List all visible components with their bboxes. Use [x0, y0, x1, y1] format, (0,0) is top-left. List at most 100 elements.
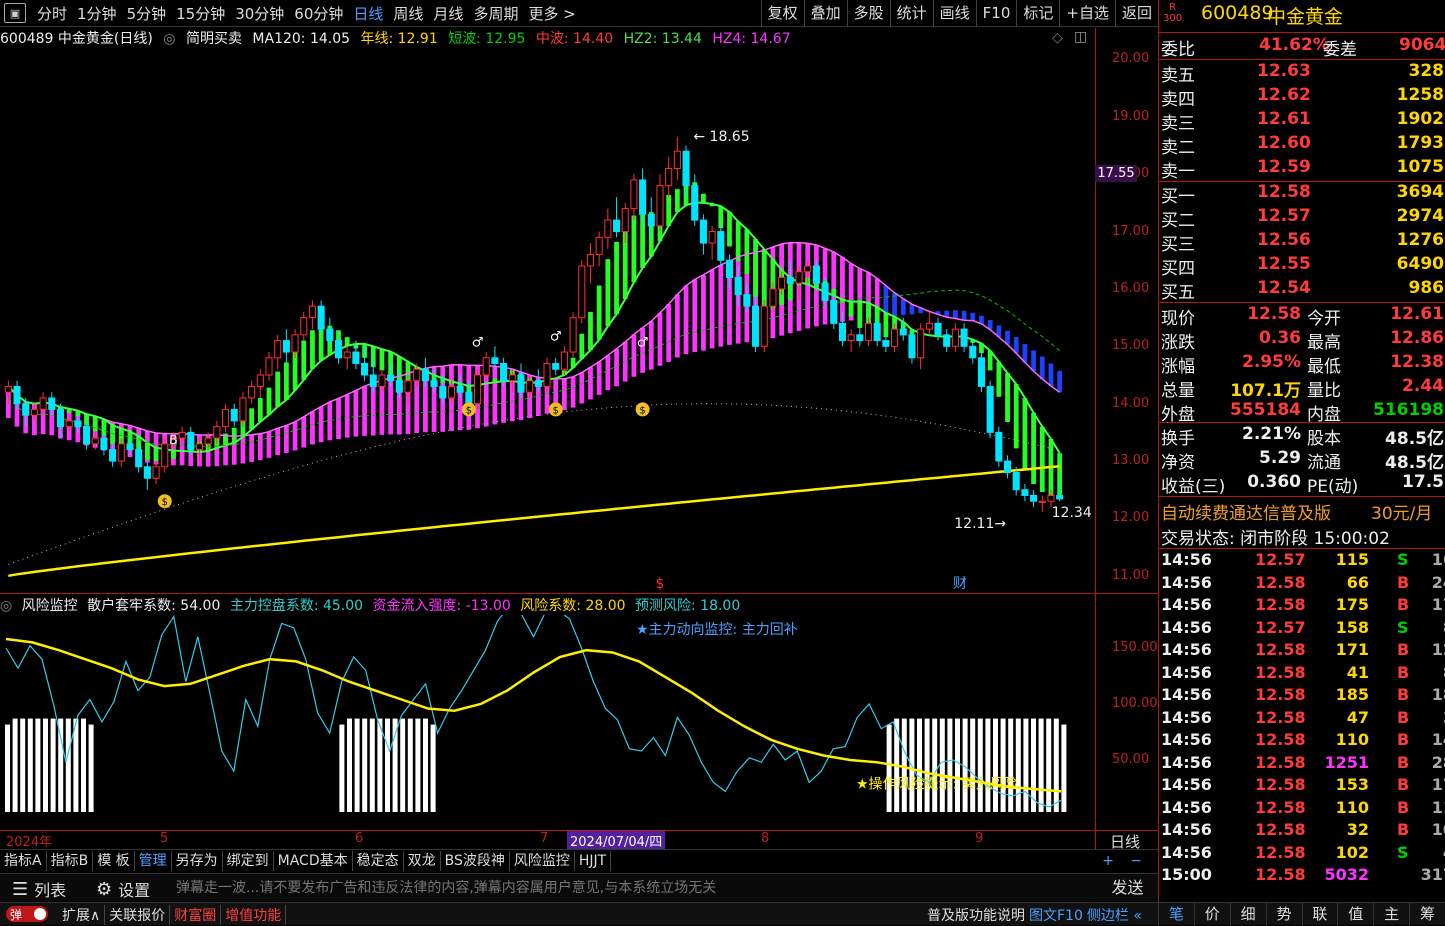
tool-button-0[interactable]: 复权	[760, 0, 804, 27]
stat-value: 0.360	[1247, 472, 1301, 492]
separator	[1159, 496, 1445, 497]
promo-row[interactable]: 自动续费通达信普及版 30元/月	[1159, 499, 1445, 524]
promo-price[interactable]: 30元/月	[1371, 499, 1432, 524]
order-row[interactable]: 卖一 12.59 1075	[1159, 157, 1445, 182]
side-tab-6[interactable]: 主	[1373, 903, 1409, 926]
period-tab-6[interactable]: 日线	[348, 3, 388, 24]
tick-price: 12.58	[1255, 820, 1306, 839]
dividend-event-marker[interactable]: $	[656, 576, 665, 592]
period-tab-8[interactable]: 月线	[428, 3, 468, 24]
indicator-settings-icon[interactable]: ◎	[0, 598, 12, 614]
status-right-item-0[interactable]: 普及版功能说明	[925, 905, 1027, 925]
settings-button[interactable]: ⚙ 设置	[96, 877, 150, 901]
side-tab-2[interactable]: 细	[1229, 903, 1266, 926]
danmu-input[interactable]	[176, 877, 1096, 899]
finance-event-marker[interactable]: 财	[953, 576, 967, 592]
indicator-tab-4[interactable]: 另存为	[172, 850, 223, 871]
indicator-tab-5[interactable]: 绑定到	[223, 850, 274, 871]
side-tab-3[interactable]: 势	[1265, 903, 1302, 926]
tick-side: B	[1397, 707, 1410, 727]
zoom-out-icon[interactable]: −	[1126, 851, 1146, 871]
promo-text[interactable]: 自动续费通达信普及版	[1161, 499, 1331, 524]
candle	[222, 403, 230, 433]
indicator-tab-9[interactable]: BS波段神	[441, 850, 510, 871]
tick-price: 12.58	[1255, 865, 1306, 884]
status-item-3[interactable]: 增值功能	[221, 905, 287, 925]
indicator-tab-7[interactable]: 稳定态	[353, 850, 404, 871]
tool-button-2[interactable]: 多股	[846, 0, 890, 27]
candlestick-chart[interactable]: $ $ $ $ ♂ ♂ ♂ B ← 18.65 12.11→ 12.34 财 $	[0, 48, 1095, 593]
candle	[569, 311, 577, 358]
indicator-tab-10[interactable]: 风险监控	[510, 850, 575, 871]
side-tab-1[interactable]: 价	[1193, 903, 1230, 926]
gear-icon: ⚙	[96, 878, 113, 900]
indicator-tab-8[interactable]: 双龙	[404, 850, 441, 871]
tick-time: 14:56	[1161, 707, 1212, 727]
tool-button-7[interactable]: +自选	[1059, 0, 1115, 27]
hs300-badge: R 300	[1163, 2, 1183, 24]
candle-body	[135, 449, 143, 468]
window-toggle-icon[interactable]: ◫	[1074, 29, 1087, 45]
side-tab-0[interactable]: 笔	[1158, 903, 1194, 926]
order-row[interactable]: 卖四 12.62 1258	[1159, 85, 1445, 110]
indicator-tab-2[interactable]: 模 板	[93, 850, 135, 871]
order-row[interactable]: 买五 12.54 986	[1159, 278, 1445, 303]
stat-label: 现价	[1161, 309, 1195, 329]
menu-icon[interactable]: ▣	[4, 3, 26, 23]
side-tab-7[interactable]: 筹	[1409, 903, 1445, 926]
risk-monitor-chart[interactable]: ★主力动向监控: 主力回补 ★操作风险提示: 买入风险	[0, 615, 1095, 830]
status-right-item-2[interactable]: 侧边栏 «	[1085, 905, 1144, 925]
zoom-in-icon[interactable]: +	[1098, 851, 1118, 871]
status-item-1[interactable]: 关联报价	[105, 905, 171, 925]
indicator-tab-0[interactable]: 指标A	[0, 850, 47, 871]
tool-button-3[interactable]: 统计	[889, 0, 933, 27]
zijin-value: 资金流入强度: -13.00	[372, 598, 511, 614]
order-row[interactable]: 卖三 12.61 1902	[1159, 109, 1445, 134]
period-tab-4[interactable]: 30分钟	[230, 3, 289, 24]
tool-button-6[interactable]: 标记	[1016, 0, 1059, 27]
period-tab-3[interactable]: 15分钟	[171, 3, 230, 24]
side-tab-5[interactable]: 值	[1337, 903, 1373, 926]
status-right-item-1[interactable]: 图文F10	[1027, 905, 1085, 925]
period-tab-1[interactable]: 1分钟	[72, 3, 122, 24]
list-button[interactable]: ☰ 列表	[12, 877, 66, 901]
risk-bar	[415, 718, 421, 812]
candle-body	[361, 363, 369, 376]
send-button[interactable]: 发送	[1100, 877, 1155, 899]
period-tab-7[interactable]: 周线	[388, 3, 428, 24]
period-tab-2[interactable]: 5分钟	[122, 3, 172, 24]
side-tab-4[interactable]: 联	[1301, 903, 1338, 926]
tool-button-5[interactable]: F10	[975, 0, 1017, 27]
order-row[interactable]: 买四 12.55 6490	[1159, 254, 1445, 279]
indicator-tab-11[interactable]: HJJT	[575, 850, 612, 871]
period-tab-0[interactable]: 分时	[32, 3, 72, 24]
order-row[interactable]: 卖二 12.60 1793	[1159, 133, 1445, 158]
risk-bar	[1008, 718, 1014, 812]
period-tab-5[interactable]: 60分钟	[289, 3, 348, 24]
order-row[interactable]: 卖五 12.63 328	[1159, 61, 1445, 86]
period-tab-9[interactable]: 多周期	[468, 3, 523, 24]
tick-row: 14:5612.5847B3	[1159, 708, 1445, 730]
diamond-icon[interactable]: ◇	[1052, 30, 1063, 46]
status-item-0[interactable]: 扩展∧	[58, 905, 106, 925]
status-item-2[interactable]: 财富圈	[170, 905, 222, 925]
price-axis-label: 11.00	[1112, 567, 1150, 583]
order-label: 卖四	[1161, 90, 1195, 110]
order-row[interactable]: 买三 12.56 1276	[1159, 230, 1445, 255]
indicator-title[interactable]: 风险监控	[22, 598, 78, 614]
indicator-name[interactable]: 简明买卖	[186, 31, 242, 47]
indicator-gear-icon[interactable]: ◎	[163, 31, 175, 47]
order-row[interactable]: 买二 12.57 2974	[1159, 206, 1445, 231]
indicator-tab-6[interactable]: MACD基本	[274, 850, 353, 871]
order-label: 买一	[1161, 187, 1195, 207]
candle	[143, 461, 151, 490]
tool-button-1[interactable]: 叠加	[803, 0, 847, 27]
period-tab-10[interactable]: 更多 >	[523, 3, 580, 24]
order-row[interactable]: 买一 12.58 3694	[1159, 182, 1445, 207]
tool-button-4[interactable]: 画线	[932, 0, 976, 27]
danmu-toggle[interactable]: 弹	[6, 906, 48, 922]
tool-button-8[interactable]: 返回	[1114, 0, 1158, 27]
indicator-tab-3[interactable]: 管理	[135, 850, 172, 871]
indicator-tab-1[interactable]: 指标B	[47, 850, 94, 871]
tick-time: 14:56	[1161, 595, 1212, 614]
